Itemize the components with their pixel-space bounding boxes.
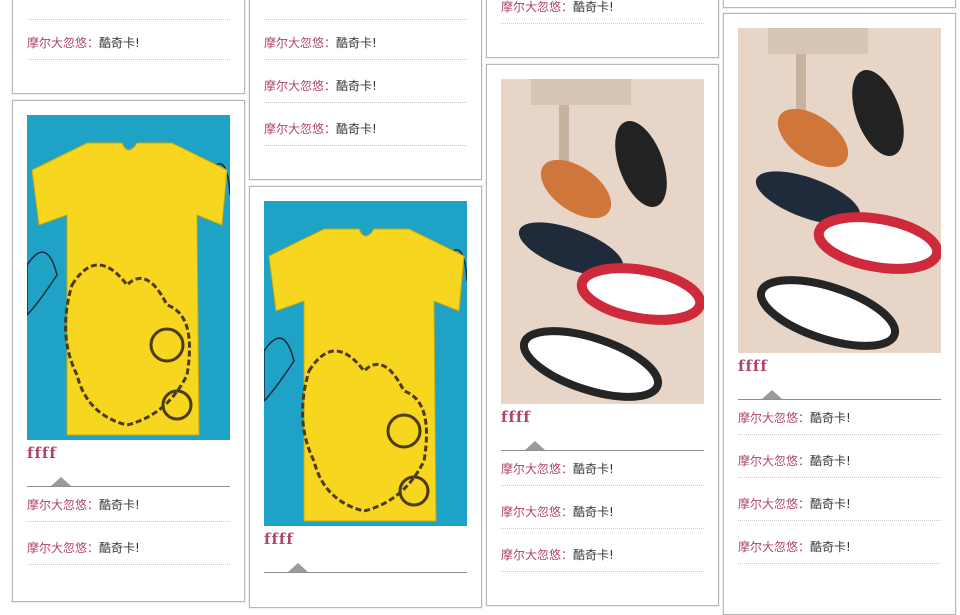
comment-user[interactable]: 摩尔大忽悠 <box>27 36 87 50</box>
comment-line: 摩尔大忽悠：酷奇卡! <box>264 103 467 146</box>
comment-card: 摩尔大忽悠：酷奇卡! 摩尔大忽悠：酷奇卡! 摩尔大忽悠：酷奇卡! 摩尔大忽悠：酷… <box>249 0 482 180</box>
comment-line: 摩尔大忽悠：酷奇卡! <box>501 443 704 486</box>
comment-text: 酷奇卡! <box>99 36 140 50</box>
comment-line: 摩尔大忽悠：酷奇卡! <box>738 521 941 564</box>
comment-line: 摩尔大忽悠：酷奇卡! <box>27 479 230 522</box>
shoes-image[interactable] <box>501 79 704 404</box>
comment-user[interactable]: 摩尔大忽悠 <box>27 541 87 555</box>
comment-line: 摩尔大忽悠：酷奇卡! <box>738 478 941 521</box>
comment-line: 摩尔大忽悠：酷奇卡! <box>27 17 230 60</box>
comment-text: 酷奇卡! <box>810 497 851 511</box>
comment-user[interactable]: 摩尔大忽悠 <box>264 79 324 93</box>
comment-line: 摩尔大忽悠：酷奇卡! <box>264 17 467 60</box>
comment-user[interactable]: 摩尔大忽悠 <box>738 497 798 511</box>
comment-card: 摩尔大忽悠：酷奇卡! 摩尔大忽悠：酷奇卡! <box>12 0 245 94</box>
comment-text: 酷奇卡! <box>99 541 140 555</box>
comment-text: 酷奇卡! <box>810 454 851 468</box>
comment-text: 酷奇卡! <box>810 411 851 425</box>
comment-text: 酷奇卡! <box>336 79 377 93</box>
comment-user[interactable]: 摩尔大忽悠 <box>501 462 561 476</box>
comment-user[interactable]: 摩尔大忽悠 <box>501 0 561 14</box>
comment-card <box>723 0 956 8</box>
comment-user[interactable]: 摩尔大忽悠 <box>738 454 798 468</box>
comment-text: 酷奇卡! <box>573 505 614 519</box>
comment-text: 酷奇卡! <box>573 548 614 562</box>
comment-line: 摩尔大忽悠：酷奇卡! <box>27 522 230 565</box>
comment-line: 摩尔大忽悠：酷奇卡! <box>738 435 941 478</box>
product-card: ffff 摩尔大忽悠：酷奇卡! 摩尔大忽悠：酷奇卡! 摩尔大忽悠：酷奇卡! 摩尔… <box>723 13 956 615</box>
comment-text: 酷奇卡! <box>573 462 614 476</box>
comment-text: 酷奇卡! <box>336 122 377 136</box>
comment-line: 摩尔大忽悠：酷奇卡! <box>501 486 704 529</box>
shoes-image[interactable] <box>738 28 941 353</box>
comment-text: 酷奇卡! <box>336 36 377 50</box>
comment-line: 摩尔大忽悠：酷奇卡! <box>738 392 941 435</box>
comment-user[interactable]: 摩尔大忽悠 <box>501 505 561 519</box>
comment-text: 酷奇卡! <box>810 540 851 554</box>
tshirt-image[interactable] <box>27 115 230 440</box>
triangle-up-icon <box>288 563 308 572</box>
comment-text: 酷奇卡! <box>573 0 614 14</box>
comment-user[interactable]: 摩尔大忽悠 <box>27 498 87 512</box>
tshirt-image[interactable] <box>264 201 467 526</box>
product-title[interactable]: ffff <box>738 357 768 375</box>
comment-text: 酷奇卡! <box>99 498 140 512</box>
comment-user[interactable]: 摩尔大忽悠 <box>738 411 798 425</box>
product-card: ffff <box>249 186 482 608</box>
divider <box>264 572 467 573</box>
comment-user[interactable]: 摩尔大忽悠 <box>501 548 561 562</box>
product-card: ffff 摩尔大忽悠：酷奇卡! 摩尔大忽悠：酷奇卡! 摩尔大忽悠：酷奇卡! <box>486 64 719 606</box>
comment-line: 摩尔大忽悠：酷奇卡! <box>264 60 467 103</box>
comment-line: 摩尔大忽悠：酷奇卡! <box>501 529 704 572</box>
comment-user[interactable]: 摩尔大忽悠 <box>264 122 324 136</box>
comment-user[interactable]: 摩尔大忽悠 <box>738 540 798 554</box>
comment-card: 摩尔大忽悠：酷奇卡! <box>486 0 719 58</box>
comment-line: 摩尔大忽悠：酷奇卡! <box>501 0 704 24</box>
product-card: ffff 摩尔大忽悠：酷奇卡! 摩尔大忽悠：酷奇卡! <box>12 100 245 602</box>
product-title[interactable]: ffff <box>264 530 294 548</box>
product-title[interactable]: ffff <box>501 408 531 426</box>
comment-user[interactable]: 摩尔大忽悠 <box>264 36 324 50</box>
product-title[interactable]: ffff <box>27 444 57 462</box>
